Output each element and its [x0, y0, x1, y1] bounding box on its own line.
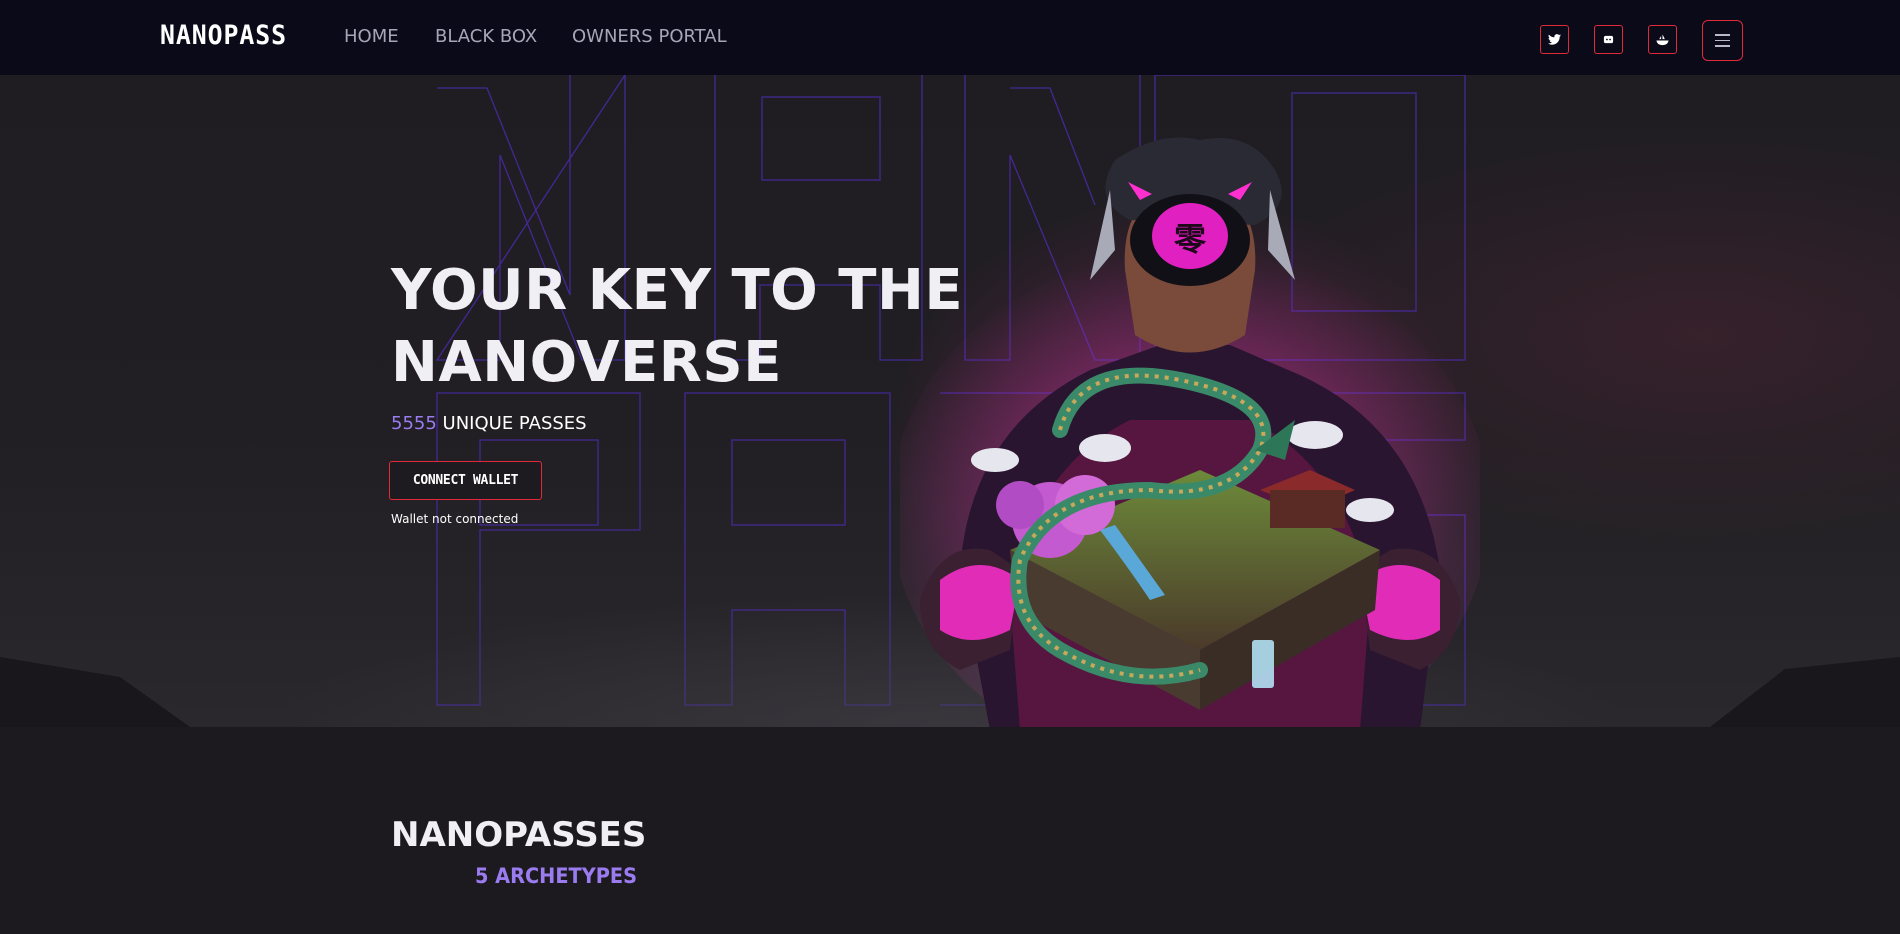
pass-count: 5555 — [391, 413, 437, 434]
discord-icon — [1603, 35, 1614, 44]
opensea-button[interactable] — [1648, 25, 1677, 54]
twitter-icon — [1548, 34, 1561, 45]
hero-headline-line-2: NANOVERSE — [391, 330, 782, 395]
hamburger-menu-icon-line — [1715, 34, 1730, 36]
twitter-button[interactable] — [1540, 25, 1569, 54]
opensea-icon — [1656, 33, 1669, 45]
pass-label: UNIQUE PASSES — [442, 413, 587, 434]
nanopass-logo[interactable]: NANOPASS — [160, 22, 287, 50]
hero-headline: YOUR KEY TO THE NANOVERSE — [391, 255, 991, 399]
hamburger-menu-icon-line — [1715, 39, 1730, 42]
nanoverse-character-illustration: 零 — [900, 137, 1480, 727]
discord-button[interactable] — [1594, 25, 1623, 54]
nav-link-black-box[interactable]: BLACK BOX — [435, 26, 537, 48]
archetypes-subtitle: 5 ARCHETYPES — [475, 864, 637, 888]
hamburger-menu-button[interactable] — [1702, 20, 1743, 61]
nanopasses-section-title: NANOPASSES — [391, 815, 647, 855]
connect-wallet-button[interactable]: CONNECT WALLET — [389, 461, 542, 500]
hero-section: 零 YOUR KEY TO THE NANOVERSE 5555 UNIQUE … — [0, 75, 1900, 727]
nav-link-home[interactable]: HOME — [344, 26, 399, 48]
hero-headline-line-1: YOUR KEY TO THE — [391, 258, 964, 323]
nav-link-owners-portal[interactable]: OWNERS PORTAL — [572, 26, 727, 48]
svg-text:零: 零 — [1174, 220, 1207, 258]
wallet-status-text: Wallet not connected — [391, 512, 519, 526]
top-nav: NANOPASS HOME BLACK BOX OWNERS PORTAL — [0, 0, 1900, 75]
unique-passes-line: 5555 UNIQUE PASSES — [391, 413, 587, 435]
hamburger-menu-icon-line — [1715, 45, 1730, 47]
